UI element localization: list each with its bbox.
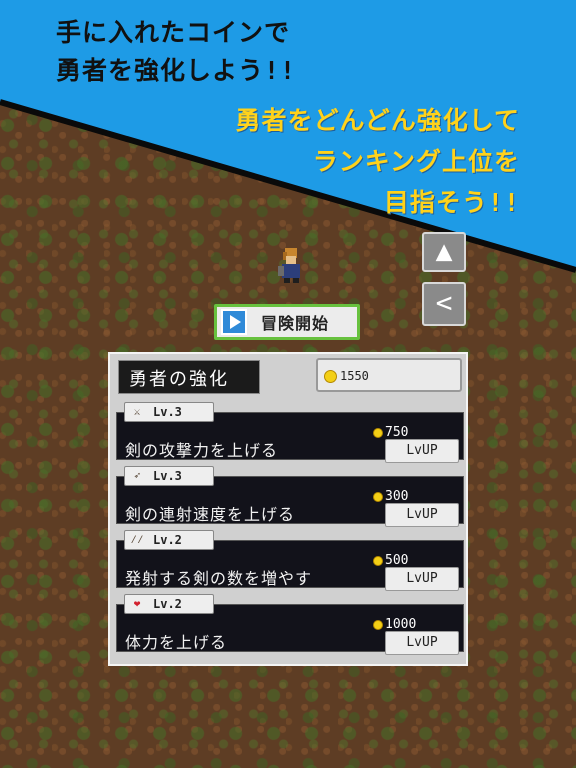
upgrade-cost-value: 750	[385, 425, 409, 440]
share-icon: <	[435, 286, 453, 319]
upgrade-cost: 750	[373, 425, 408, 440]
heart-icon: ❤	[133, 597, 141, 610]
panel-title: 勇者の強化	[129, 369, 229, 390]
start-adventure-button[interactable]: 冒険開始	[214, 304, 360, 340]
level-text: Lv.3	[153, 405, 182, 419]
level-tag: ➶ Lv.3	[124, 466, 214, 486]
promo-caption-top: 手に入れたコインで 勇者を強化しよう!!	[56, 14, 296, 90]
upgrade-description: 体力を上げる	[125, 633, 228, 652]
lvup-button[interactable]: LvUP	[385, 503, 459, 527]
flying-sword-icon: ➶	[133, 469, 141, 482]
panel-title-box: 勇者の強化	[118, 360, 260, 394]
promo-caption-bottom: 勇者をどんどん強化して ランキング上位を 目指そう!!	[235, 100, 520, 223]
coin-balance: 1550	[316, 358, 462, 392]
upgrade-description: 剣の攻撃力を上げる	[125, 441, 279, 460]
coin-icon	[324, 370, 337, 383]
upgrade-cost-value: 500	[385, 553, 409, 568]
ranking-button[interactable]: ▲	[422, 232, 466, 272]
share-button[interactable]: <	[422, 282, 466, 326]
coin-icon	[373, 555, 383, 566]
multi-sword-icon: ⁄⁄	[130, 533, 144, 546]
promo-text: 目指そう!!	[383, 188, 520, 217]
coin-icon	[373, 427, 383, 438]
promo-text: 手に入れたコインで	[56, 18, 291, 47]
upgrade-description: 剣の連射速度を上げる	[125, 505, 296, 524]
coin-icon	[373, 619, 383, 630]
upgrade-cost-value: 1000	[385, 617, 417, 632]
upgrade-item-sword-attack: 剣の攻撃力を上げる 750 LvUP ⚔ Lv.3	[116, 402, 464, 463]
lvup-button[interactable]: LvUP	[385, 631, 459, 655]
upgrade-cost: 1000	[373, 617, 416, 632]
level-tag: ⁄⁄ Lv.2	[124, 530, 214, 550]
promo-text: 勇者をどんどん強化して	[235, 106, 520, 135]
play-icon	[221, 309, 247, 335]
coin-icon	[373, 491, 383, 502]
level-tag: ⚔ Lv.3	[124, 402, 214, 422]
upgrade-item-health: 体力を上げる 1000 LvUP ❤ Lv.2	[116, 594, 464, 655]
ranking-icon: ▲	[435, 234, 453, 267]
upgrade-description: 発射する剣の数を増やす	[125, 569, 313, 588]
upgrade-cost: 300	[373, 489, 408, 504]
sword-icon: ⚔	[133, 405, 141, 418]
upgrade-item-sword-count: 発射する剣の数を増やす 500 LvUP ⁄⁄ Lv.2	[116, 530, 464, 591]
upgrade-cost: 500	[373, 553, 408, 568]
lvup-button[interactable]: LvUP	[385, 567, 459, 591]
level-text: Lv.2	[153, 533, 182, 547]
level-text: Lv.3	[153, 469, 182, 483]
promo-text: 勇者を強化しよう!!	[56, 56, 297, 85]
promo-text: ランキング上位を	[312, 147, 520, 176]
level-text: Lv.2	[153, 597, 182, 611]
lvup-button[interactable]: LvUP	[385, 439, 459, 463]
upgrade-cost-value: 300	[385, 489, 409, 504]
upgrade-item-fire-rate: 剣の連射速度を上げる 300 LvUP ➶ Lv.3	[116, 466, 464, 527]
coin-balance-value: 1550	[340, 369, 369, 383]
hero-upgrade-panel: 勇者の強化 1550 剣の攻撃力を上げる 750 LvUP ⚔ Lv.3 剣の連…	[108, 352, 468, 666]
start-adventure-label: 冒険開始	[261, 314, 330, 333]
level-tag: ❤ Lv.2	[124, 594, 214, 614]
hero-character-sprite[interactable]	[274, 246, 308, 284]
